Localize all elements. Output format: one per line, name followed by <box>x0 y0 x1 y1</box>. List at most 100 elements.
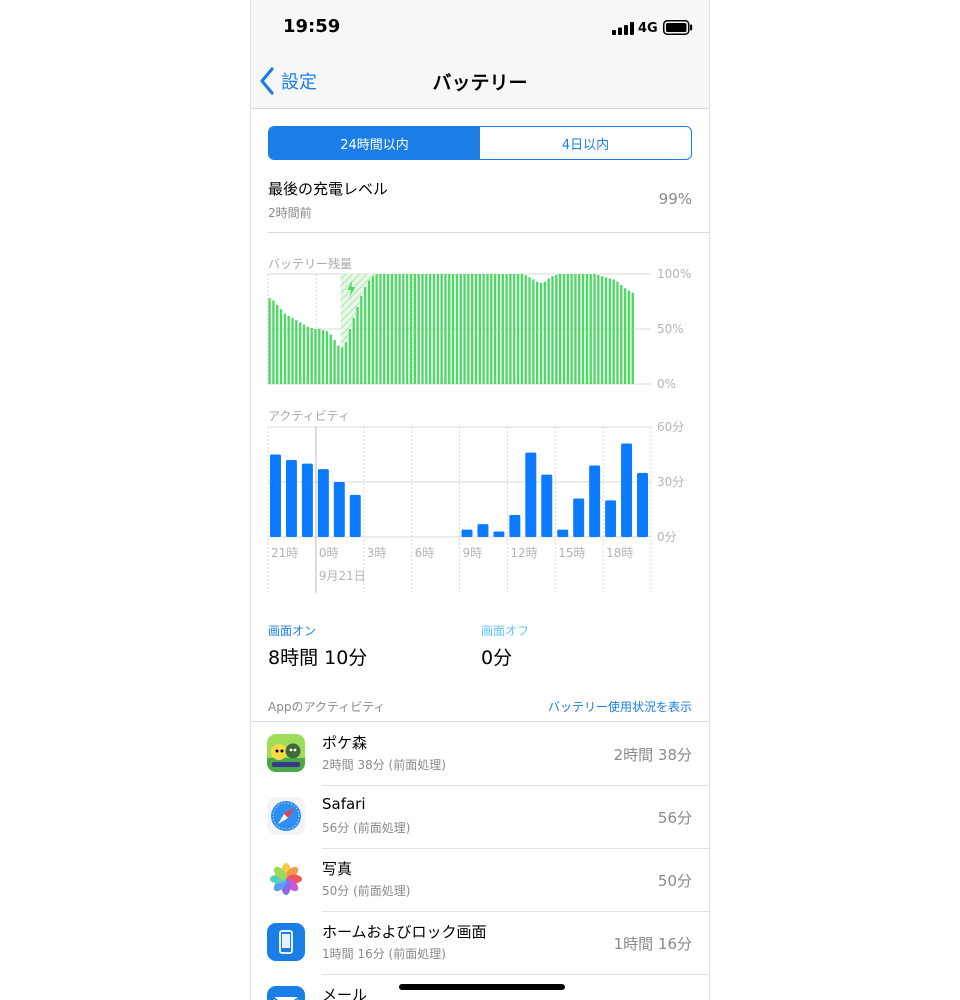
last-charge-value: 99% <box>658 190 692 208</box>
app-activity-title: Appのアクティビティ <box>268 700 386 714</box>
battery-bar <box>348 329 352 384</box>
battery-bar <box>539 282 543 384</box>
activity-bar <box>509 515 521 537</box>
battery-bar <box>287 315 290 384</box>
battery-bar <box>390 274 394 384</box>
battery-icon <box>663 20 693 35</box>
battery-bar <box>371 276 374 384</box>
divider <box>268 232 709 233</box>
battery-bar <box>344 342 348 384</box>
battery-bar <box>295 320 298 384</box>
battery-bar <box>528 277 531 384</box>
page-title: バッテリー <box>432 72 528 94</box>
pokemori-icon <box>267 734 305 772</box>
segment-24h[interactable]: 24時間以内 <box>269 127 480 159</box>
battery-bar <box>436 274 439 384</box>
battery-bar <box>314 329 317 384</box>
battery-y-tick: 100% <box>657 267 691 281</box>
battery-bar <box>578 274 581 384</box>
battery-bar <box>463 274 466 384</box>
battery-bar <box>555 275 558 384</box>
battery-bar <box>341 347 344 384</box>
battery-bar <box>513 274 516 384</box>
battery-bar <box>547 278 550 384</box>
battery-bar <box>406 274 409 384</box>
battery-bar <box>398 274 401 384</box>
activity-bar <box>589 465 601 537</box>
battery-bar <box>333 340 336 384</box>
app-duration: 50分 <box>657 872 692 890</box>
battery-bar <box>581 274 585 384</box>
charging-hatch <box>359 274 364 296</box>
battery-bar <box>616 281 619 384</box>
battery-bar <box>516 274 520 384</box>
status-time: 19:59 <box>283 16 341 37</box>
battery-bar <box>589 274 592 384</box>
battery-bar <box>425 274 428 384</box>
battery-bar <box>432 274 436 384</box>
battery-bar <box>505 274 508 384</box>
battery-bar <box>356 307 359 384</box>
app-row-photos[interactable]: 写真 50分 (前面処理) 50分 <box>251 848 709 911</box>
battery-bar <box>268 298 271 384</box>
battery-bar <box>490 274 493 384</box>
activity-bar <box>301 463 313 537</box>
activity-bar <box>541 474 553 537</box>
battery-bar <box>566 274 569 384</box>
battery-bar <box>551 276 554 384</box>
safari-icon <box>267 797 305 835</box>
battery-y-tick: 50% <box>657 322 684 336</box>
battery-bar <box>558 274 562 384</box>
battery-bar <box>379 274 382 384</box>
network-type: 4G <box>638 21 658 36</box>
activity-bar <box>573 498 585 537</box>
battery-bar <box>574 274 577 384</box>
app-name: Safari <box>322 795 366 813</box>
activity-bar <box>557 529 569 537</box>
battery-bar <box>562 274 566 384</box>
show-battery-usage-link[interactable]: バッテリー使用状況を表示 <box>548 698 692 715</box>
activity-bar <box>493 531 505 537</box>
activity-bar <box>285 460 297 537</box>
battery-bar <box>593 274 596 384</box>
battery-bar <box>375 274 378 384</box>
home-indicator[interactable] <box>399 984 565 990</box>
battery-bar <box>570 274 573 384</box>
battery-bar <box>367 280 371 384</box>
screen-off-value: 0分 <box>481 647 513 669</box>
battery-bar <box>318 329 321 384</box>
battery-bar <box>363 287 367 384</box>
battery-bar <box>486 274 489 384</box>
battery-bar <box>631 292 634 384</box>
charging-hatch <box>352 274 356 318</box>
battery-bar <box>509 274 512 384</box>
app-name: 写真 <box>322 860 353 878</box>
activity-bar <box>461 529 473 537</box>
battery-bar <box>329 334 332 384</box>
battery-bar <box>321 330 325 384</box>
activity-bar <box>637 472 648 537</box>
battery-bar <box>536 281 539 384</box>
screen-on-value: 8時間 10分 <box>268 647 368 669</box>
battery-bar <box>497 274 501 384</box>
battery-bar <box>337 345 340 384</box>
battery-bar <box>608 278 612 384</box>
battery-bar <box>413 274 417 384</box>
home-lock-icon <box>267 923 305 961</box>
app-row-safari[interactable]: Safari 56分 (前面処理) 56分 <box>251 785 709 848</box>
activity-y-tick: 0分 <box>657 530 677 544</box>
app-duration: 56分 <box>657 809 692 827</box>
battery-bar <box>298 322 302 384</box>
app-row-home-lock[interactable]: ホームおよびロック画面 1時間 16分 (前面処理) 1時間 16分 <box>251 911 709 974</box>
battery-bar <box>532 279 535 384</box>
battery-bar <box>600 276 604 384</box>
battery-bar <box>402 274 405 384</box>
battery-bar <box>482 274 485 384</box>
app-row-pokemori[interactable]: ポケ森 2時間 38分 (前面処理) 2時間 38分 <box>251 722 709 785</box>
segment-4d[interactable]: 4日以内 <box>480 127 691 159</box>
charging-hatch <box>371 274 376 277</box>
activity-x-tick: 3時 <box>367 546 387 560</box>
activity-date-label: 9月21日 <box>319 569 366 583</box>
battery-bar <box>455 274 459 384</box>
charging-hatch <box>363 274 368 288</box>
